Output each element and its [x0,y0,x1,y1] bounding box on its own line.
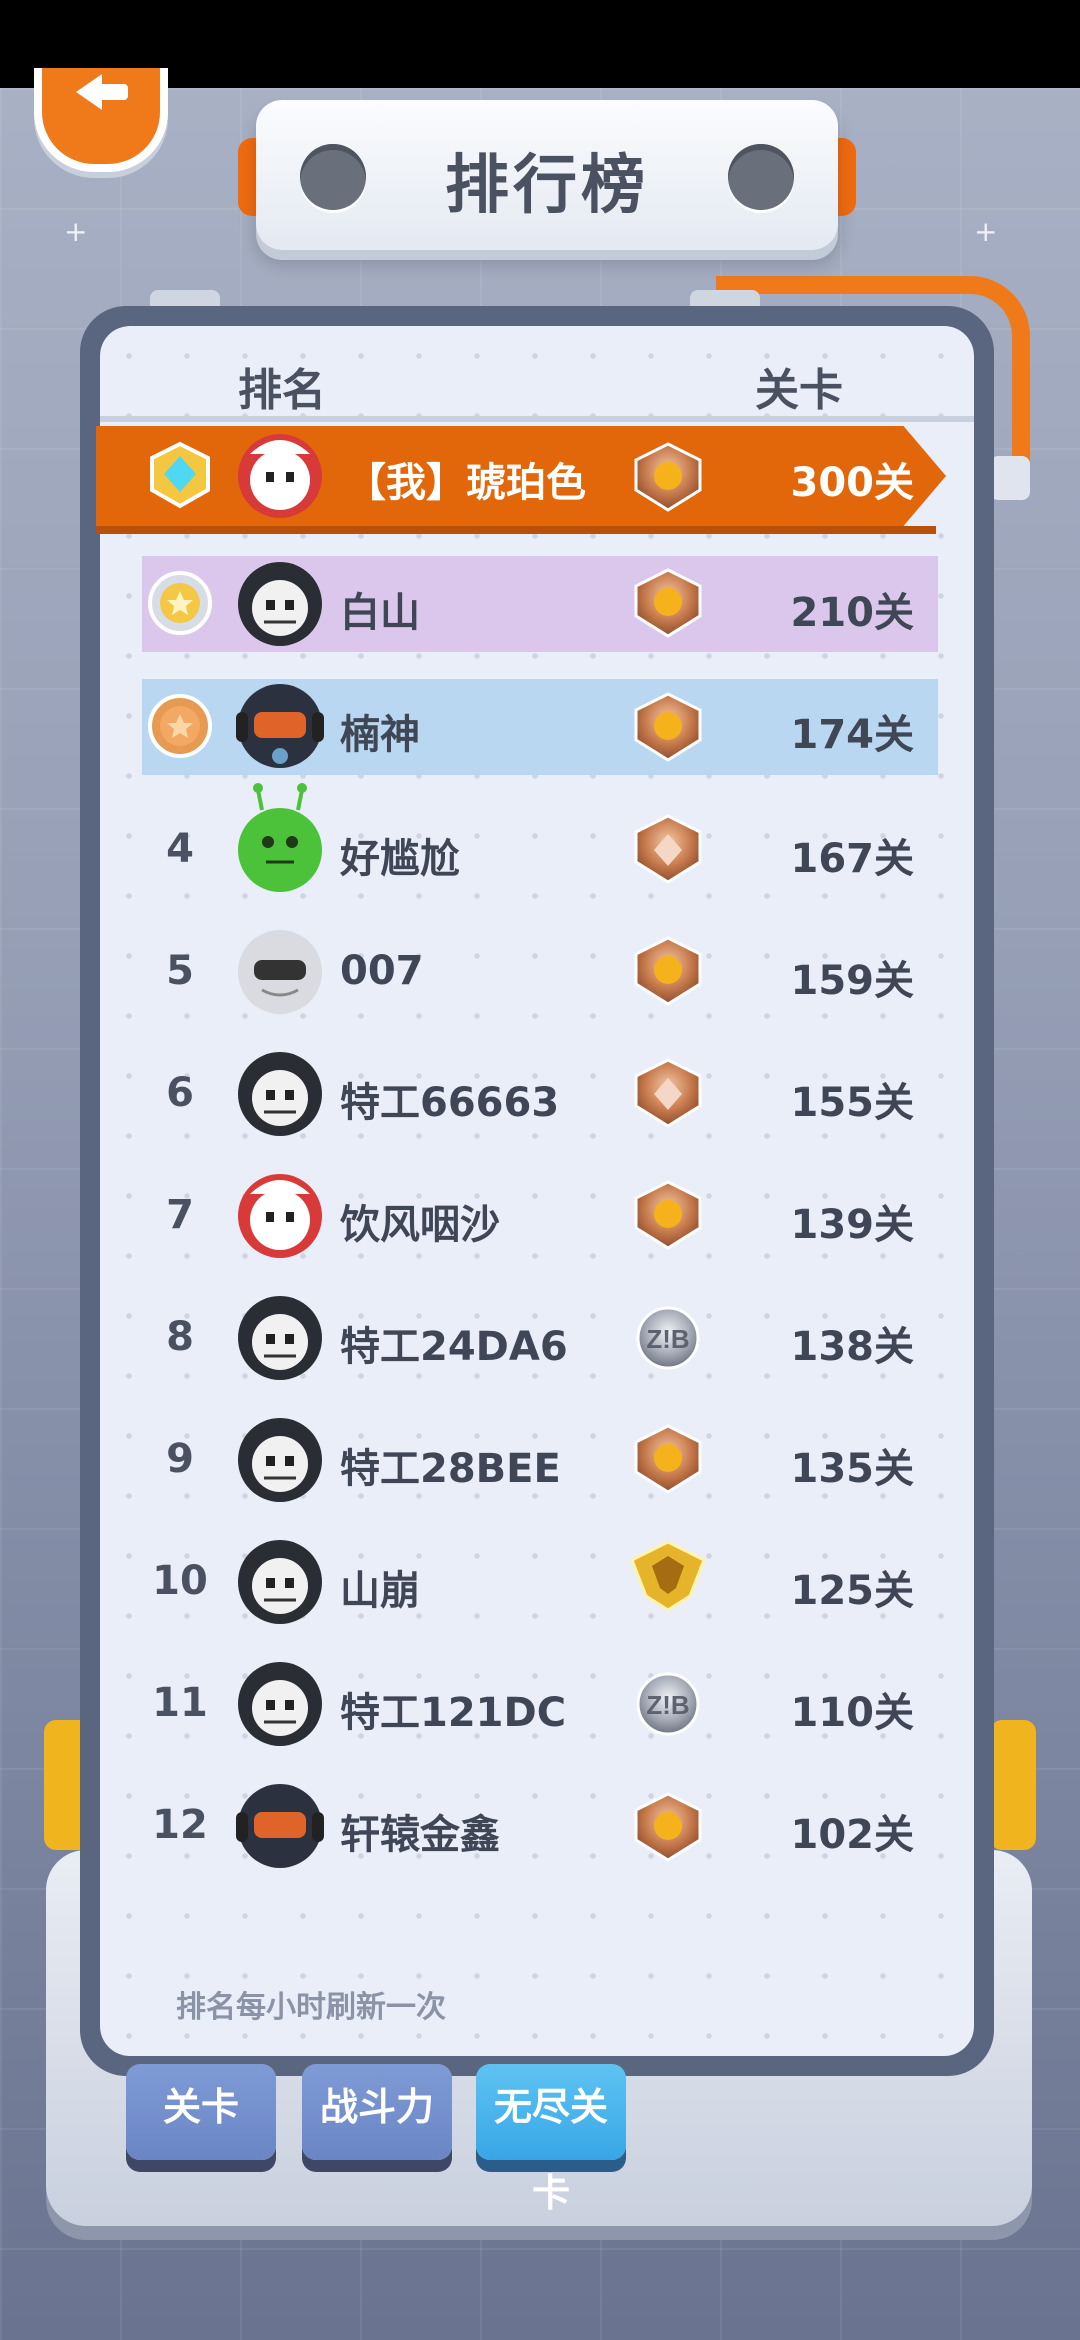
player-name: 特工121DC [340,1690,567,1736]
rank-number: 6 [166,1070,194,1116]
my-player-level: 300关 [790,460,915,506]
bronze-gem-badge-icon [634,1058,702,1128]
tab-endless[interactable]: 无尽关卡 [476,2064,626,2215]
rank-number: 8 [166,1314,194,1360]
bronze-star-badge-icon [634,1424,702,1494]
gold-crest-badge-icon [630,1540,706,1612]
my-player-name: 【我】琥珀色 [346,460,586,506]
tier-badges-layer: Z!B Z!B [630,442,706,1862]
player-name: 好尴尬 [340,836,460,882]
player-name: 饮风咽沙 [340,1202,500,1248]
player-level: 159关 [790,958,915,1004]
player-level: 167关 [790,836,915,882]
player-level: 138关 [790,1324,915,1370]
bronze-star-badge-icon [634,692,702,762]
rank-number: 12 [152,1802,208,1848]
rank-number: 9 [166,1436,194,1482]
bronze-star-badge-icon [634,1792,702,1862]
player-level: 135关 [790,1446,915,1492]
player-name: 山崩 [340,1568,420,1614]
bronze-star-badge-icon [634,936,702,1006]
rank-number: 5 [166,948,194,994]
player-level: 110关 [790,1690,915,1736]
bronze-star-badge-icon [634,1180,702,1250]
player-level: 155关 [790,1080,915,1126]
svg-text:Z!B: Z!B [646,1324,689,1354]
player-name: 楠神 [340,712,420,758]
silver-coin-badge-icon: Z!B [636,1306,700,1370]
bronze-star-badge-icon [634,568,702,638]
bronze-star-badge-icon [634,442,702,512]
player-level: 210关 [790,590,915,636]
rank-number: 7 [166,1192,194,1238]
player-name: 特工66663 [340,1080,560,1126]
svg-text:Z!B: Z!B [646,1690,689,1720]
player-name: 白山 [340,590,420,636]
rank-number: 10 [152,1558,208,1604]
refresh-note: 排名每小时刷新一次 [176,1990,446,2025]
player-level: 139关 [790,1202,915,1248]
player-name: 007 [340,948,424,994]
player-name: 特工28BEE [340,1446,561,1492]
bronze-gem-badge-icon [634,814,702,884]
tab-level[interactable]: 关卡 [126,2064,276,2160]
player-level: 174关 [790,712,915,758]
silver-coin-badge-icon: Z!B [636,1672,700,1736]
player-name: 特工24DA6 [340,1324,568,1370]
player-level: 125关 [790,1568,915,1614]
tab-power[interactable]: 战斗力 [302,2064,452,2160]
rank-number: 4 [166,826,194,872]
rank-number: 11 [152,1680,208,1726]
player-level: 102关 [790,1812,915,1858]
player-name: 轩辕金鑫 [340,1812,500,1858]
